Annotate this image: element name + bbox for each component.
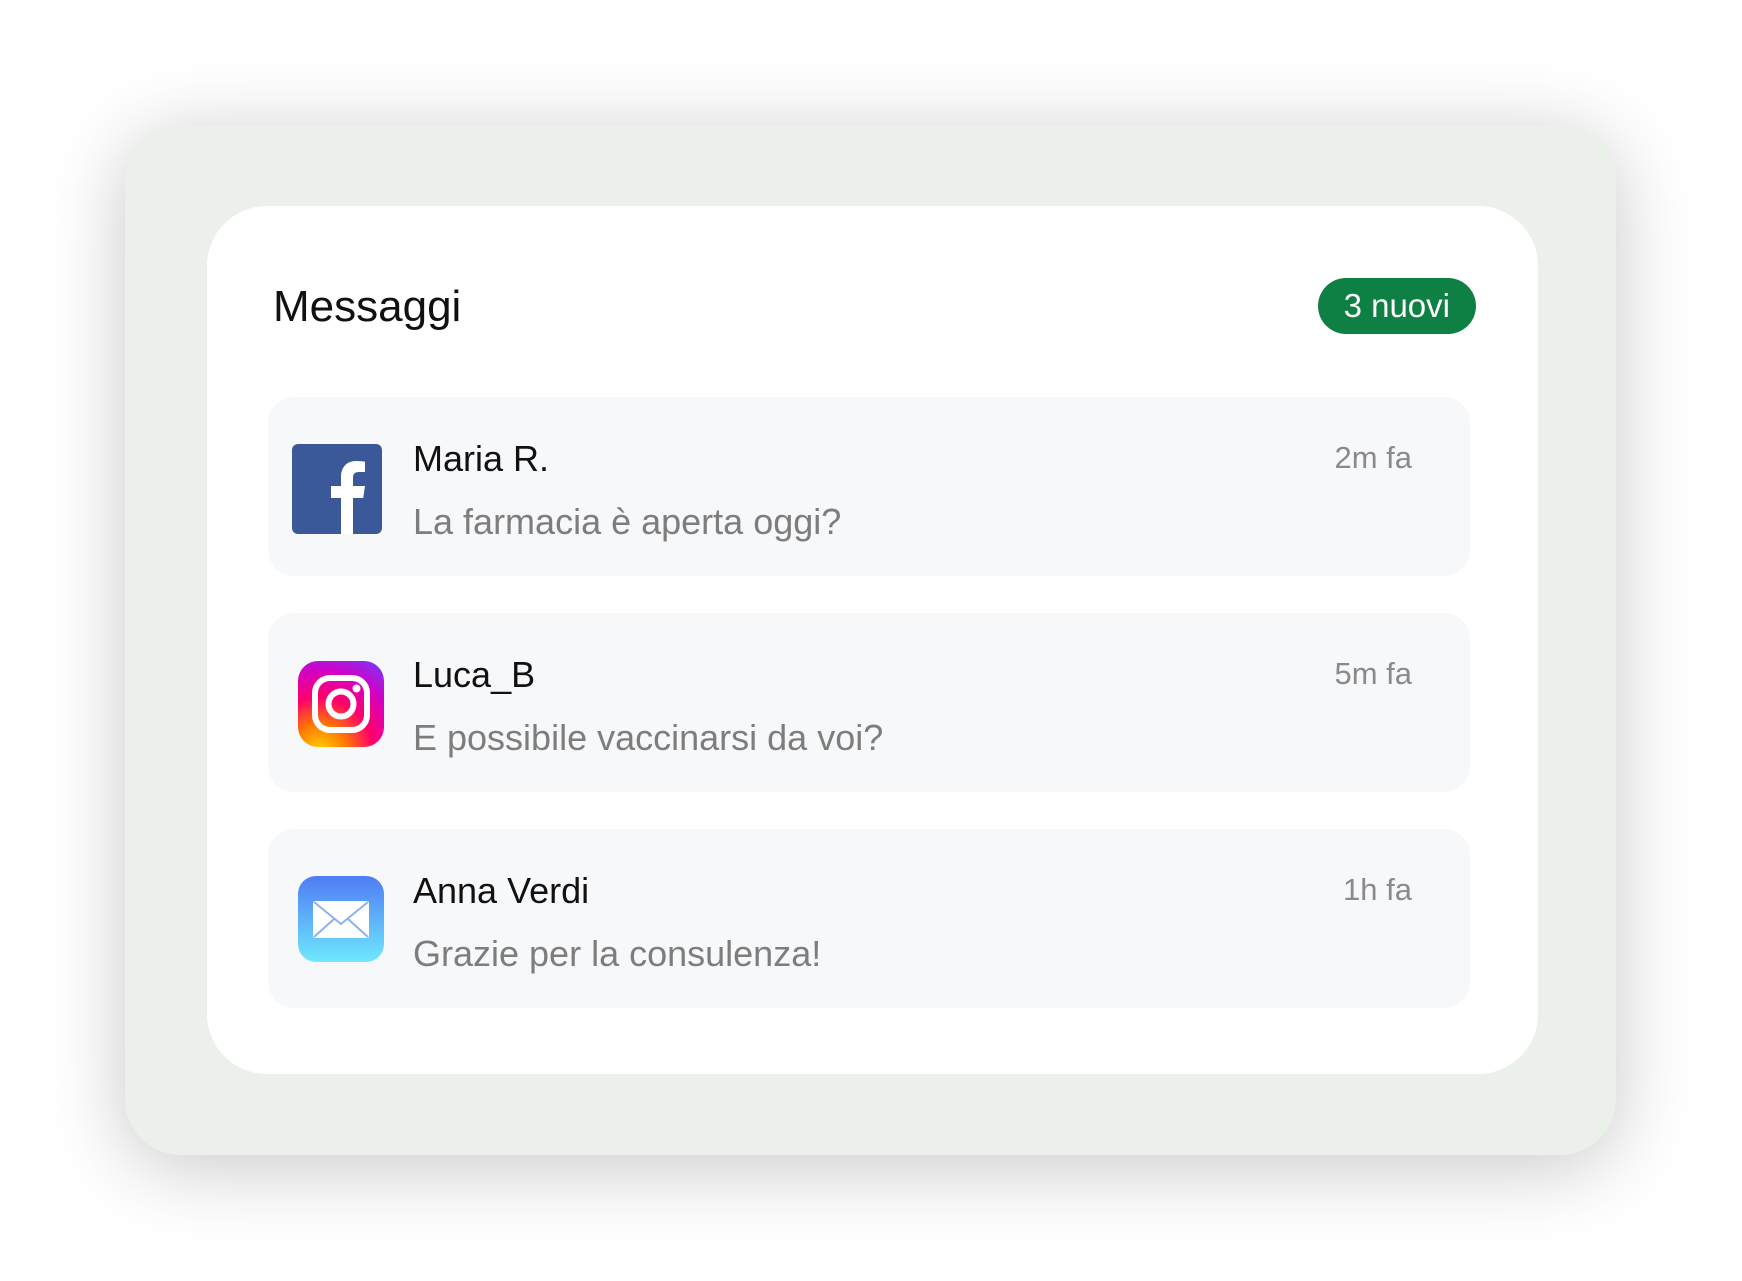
widget-background: Messaggi 3 nuovi Maria R. La farmacia è … bbox=[125, 125, 1616, 1155]
message-item[interactable]: Anna Verdi Grazie per la consulenza! 1h … bbox=[268, 829, 1470, 1008]
message-time: 5m fa bbox=[1334, 656, 1412, 691]
messages-card: Messaggi 3 nuovi Maria R. La farmacia è … bbox=[207, 206, 1538, 1074]
message-preview: E possibile vaccinarsi da voi? bbox=[413, 717, 884, 758]
message-preview: Grazie per la consulenza! bbox=[413, 933, 822, 974]
new-messages-badge[interactable]: 3 nuovi bbox=[1317, 278, 1476, 334]
message-preview: La farmacia è aperta oggi? bbox=[413, 501, 842, 542]
message-time: 2m fa bbox=[1334, 440, 1412, 475]
message-time: 1h fa bbox=[1343, 872, 1412, 907]
instagram-icon bbox=[298, 661, 384, 747]
message-item[interactable]: Luca_B E possibile vaccinarsi da voi? 5m… bbox=[268, 613, 1470, 792]
messages-header: Messaggi 3 nuovi bbox=[273, 278, 1476, 336]
panel-title: Messaggi bbox=[273, 282, 462, 331]
sender-name: Maria R. bbox=[413, 438, 550, 479]
sender-name: Anna Verdi bbox=[413, 870, 590, 911]
facebook-icon bbox=[292, 444, 382, 534]
sender-name: Luca_B bbox=[413, 654, 536, 695]
message-list: Maria R. La farmacia è aperta oggi? 2m f… bbox=[268, 397, 1470, 1008]
mail-icon bbox=[298, 876, 384, 962]
message-item[interactable]: Maria R. La farmacia è aperta oggi? 2m f… bbox=[268, 397, 1470, 576]
